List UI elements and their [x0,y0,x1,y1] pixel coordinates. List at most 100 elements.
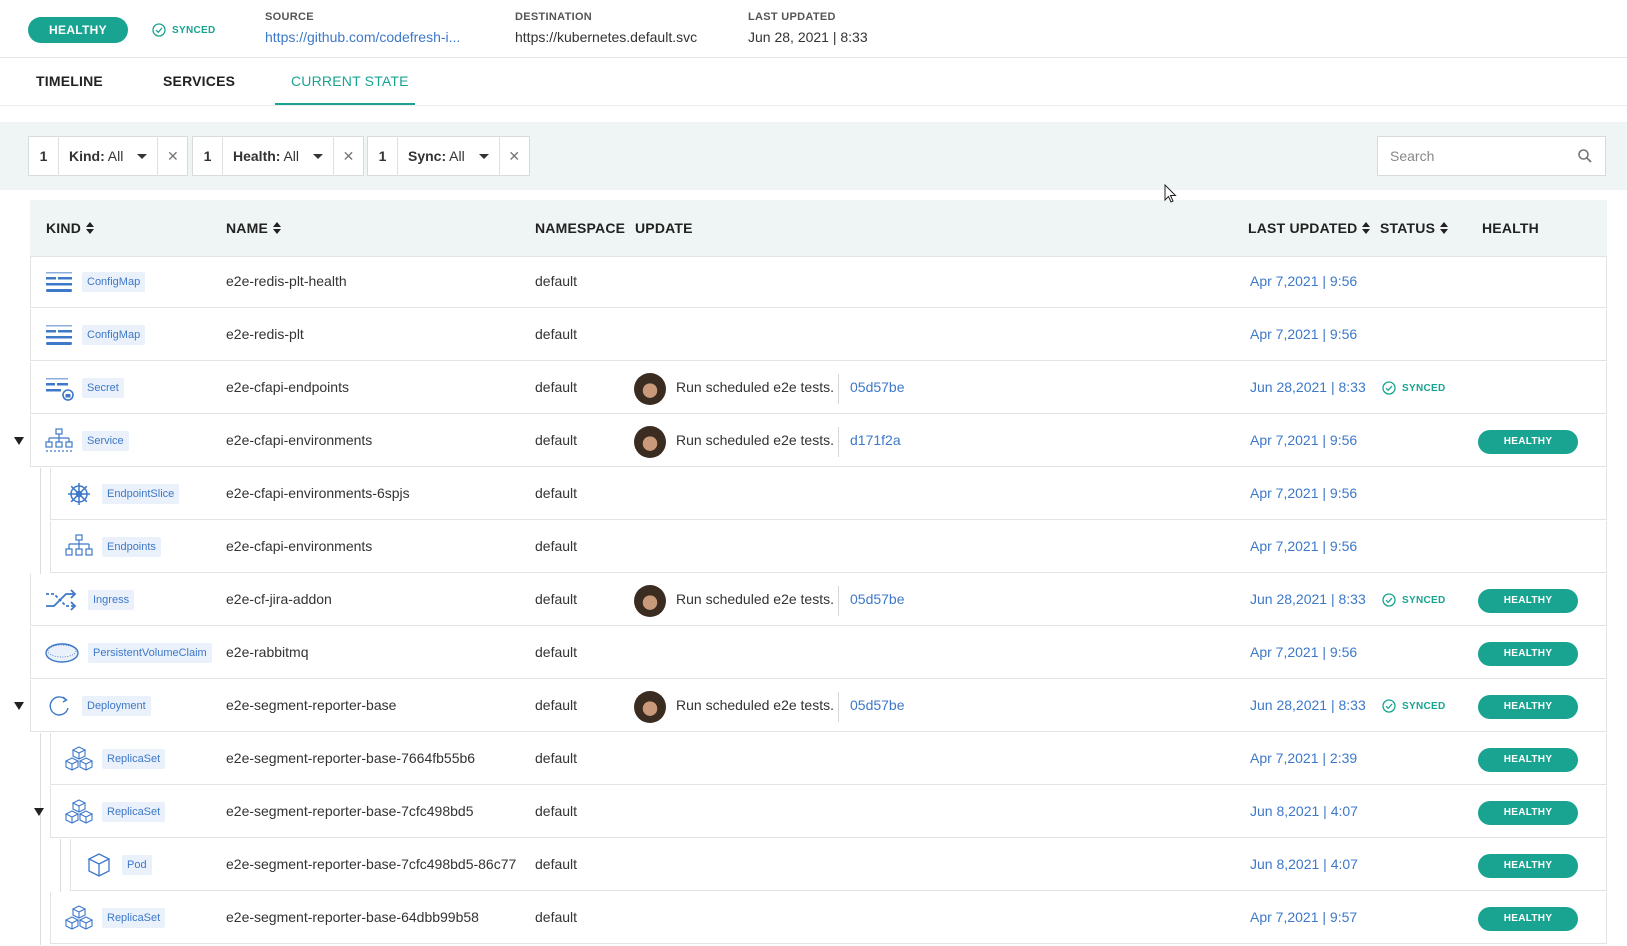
status-badge: SYNCED [1382,593,1445,607]
filter-health-select[interactable]: Health: All [223,136,333,176]
status-badge: SYNCED [1382,381,1445,395]
health-badge: HEALTHY [1478,430,1578,454]
active-tab-indicator [275,103,415,105]
table-row[interactable]: EndpointSlice e2e-cfapi-environments-6spj… [0,468,1627,521]
check-circle-icon [1382,381,1396,395]
filter-sync-clear-button[interactable]: ✕ [498,136,529,176]
table-row[interactable]: Deployment e2e-segment-reporter-base defau… [0,680,1627,733]
table-row[interactable]: Endpoints e2e-cfapi-environments default Ap… [0,521,1627,574]
resource-namespace: default [535,591,578,607]
filter-kind-value: All [107,148,124,164]
check-circle-icon [152,23,166,37]
column-update-label: UPDATE [635,220,693,236]
commit-message: Run scheduled e2e tests. [676,591,834,607]
resource-namespace: default [535,909,578,925]
last-updated-date: Apr 7,2021 | 9:56 [1250,644,1358,660]
column-name[interactable]: NAME [226,220,282,236]
replicaset-icon [64,745,94,773]
kind-badge: Endpoints [102,537,161,557]
filter-kind-select[interactable]: Kind: All [59,136,157,176]
pvc-icon [44,639,79,667]
check-circle-icon [1382,699,1396,713]
filter-health-count: 1 [193,136,223,176]
replicaset-icon [64,904,94,932]
table-row[interactable]: ReplicaSet e2e-segment-reporter-base-7664… [0,733,1627,786]
table-row[interactable]: Pod e2e-segment-reporter-base-7cfc498bd5-… [0,839,1627,892]
resource-name: e2e-cfapi-environments-6spjs [226,485,410,501]
expand-toggle-icon[interactable] [34,808,44,816]
resource-namespace: default [535,644,578,660]
filter-health-clear-button[interactable]: ✕ [333,136,363,176]
resource-name: e2e-segment-reporter-base-64dbb99b58 [226,909,479,925]
caret-down-icon [313,153,324,159]
search-input[interactable] [1378,137,1568,175]
last-updated-date: Jun 8,2021 | 4:07 [1250,803,1358,819]
column-last-updated[interactable]: LAST UPDATED [1248,220,1371,236]
table-row[interactable]: Secret e2e-cfapi-endpoints default Run sche… [0,362,1627,415]
secret-icon [44,374,74,402]
source-link[interactable]: https://github.com/codefresh-i... [265,29,460,45]
column-status[interactable]: STATUS [1380,220,1449,236]
sort-icon[interactable] [1362,222,1371,234]
column-kind[interactable]: KIND [46,220,95,236]
last-updated-label: LAST UPDATED [748,11,836,23]
tree-guide [40,839,41,892]
filter-kind-clear-button[interactable]: ✕ [157,136,187,176]
kind-badge: ReplicaSet [102,802,166,822]
tab-services[interactable]: SERVICES [163,73,235,89]
commit-sha-link[interactable]: 05d57be [850,697,905,713]
kind-badge: Deployment [82,696,151,716]
health-badge: HEALTHY [1478,642,1578,666]
tree-guide [40,892,41,945]
divider [838,692,839,722]
filter-sync[interactable]: 1 Sync: All ✕ [367,136,530,176]
last-updated-date: Jun 28,2021 | 8:33 [1250,591,1366,607]
resource-name: e2e-segment-reporter-base [226,697,397,713]
resource-namespace: default [535,432,578,448]
table-row[interactable]: ConfigMap e2e-redis-plt default Apr 7,2021 … [0,309,1627,362]
table-row[interactable]: ConfigMap e2e-redis-plt-health default Apr … [0,256,1627,309]
tree-guide [40,521,41,574]
last-updated-date: Jun 8,2021 | 4:07 [1250,856,1358,872]
status-label: SYNCED [1402,594,1446,606]
commit-message: Run scheduled e2e tests. [676,432,834,448]
service-icon [44,427,74,455]
filter-sync-count: 1 [368,136,398,176]
table-row[interactable]: Service e2e-cfapi-environments default Run … [0,415,1627,468]
commit-message: Run scheduled e2e tests. [676,697,834,713]
column-kind-label: KIND [46,220,82,236]
tab-current-state[interactable]: CURRENT STATE [291,73,409,89]
avatar [634,373,666,405]
source-info: SOURCE https://github.com/codefresh-i... [265,11,460,45]
table-row[interactable]: ReplicaSet e2e-segment-reporter-base-64db… [0,892,1627,945]
tab-timeline[interactable]: TIMELINE [36,73,103,89]
commit-sha-link[interactable]: d171f2a [850,432,901,448]
table-row[interactable]: PersistentVolumeClaim e2e-rabbitmq default… [0,627,1627,680]
filter-health[interactable]: 1 Health: All ✕ [192,136,365,176]
kind-badge: ConfigMap [82,272,146,292]
avatar [634,691,666,723]
filter-kind[interactable]: 1 Kind: All ✕ [28,136,189,176]
mouse-cursor-icon [1164,184,1177,203]
commit-sha-link[interactable]: 05d57be [850,379,905,395]
sort-icon[interactable] [273,222,282,234]
last-updated-value: Jun 28, 2021 | 8:33 [748,29,868,45]
resource-name: e2e-redis-plt [226,326,304,342]
resource-namespace: default [535,697,578,713]
resource-name: e2e-cfapi-endpoints [226,379,349,395]
filter-kind-count: 1 [29,136,59,176]
expand-toggle-icon[interactable] [14,437,24,445]
search-icon[interactable] [1577,148,1593,164]
source-label: SOURCE [265,11,314,23]
last-updated-date: Jun 28,2021 | 8:33 [1250,697,1366,713]
avatar [634,426,666,458]
tree-guide [40,733,41,786]
expand-toggle-icon[interactable] [14,702,24,710]
filter-sync-select[interactable]: Sync: All [398,136,499,176]
table-row[interactable]: ReplicaSet e2e-segment-reporter-base-7cfc… [0,786,1627,839]
table-row[interactable]: Ingress e2e-cf-jira-addon default Run sched… [0,574,1627,627]
commit-sha-link[interactable]: 05d57be [850,591,905,607]
sort-icon[interactable] [86,222,95,234]
sort-icon[interactable] [1440,222,1449,234]
resource-namespace: default [535,750,578,766]
